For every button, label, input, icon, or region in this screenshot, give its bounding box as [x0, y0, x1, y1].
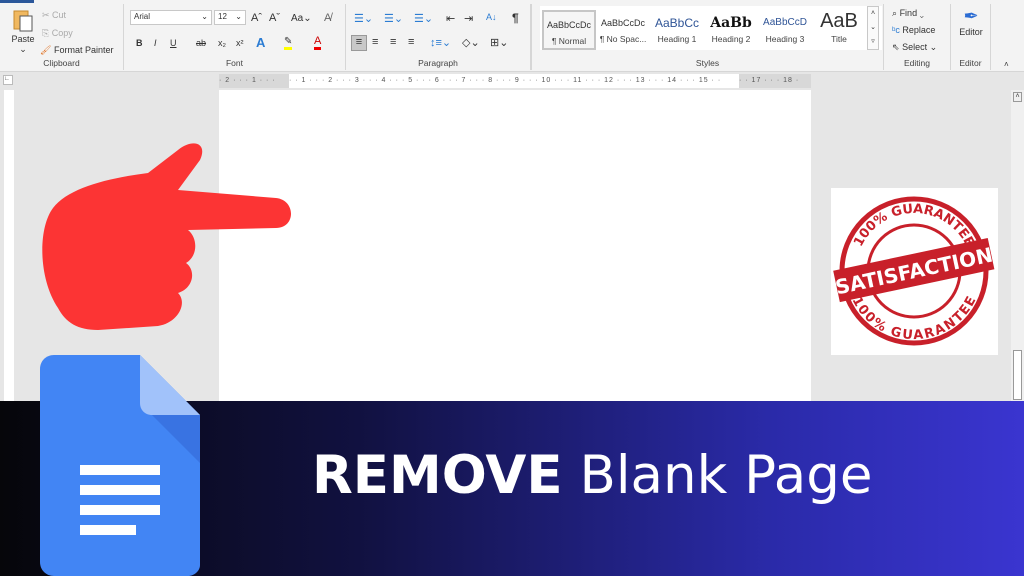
subscript-button[interactable]: x₂ — [218, 38, 226, 48]
font-color-icon[interactable]: A — [314, 35, 322, 50]
search-icon: ⌕ — [892, 8, 898, 18]
change-case-button[interactable]: Aa⌄ — [291, 13, 312, 24]
numbering-icon[interactable]: ☰⌄ — [384, 12, 403, 25]
ruler-right-margin: · · 17 · · · 18 · — [739, 74, 811, 88]
sort-button[interactable]: A↓ — [486, 12, 497, 22]
multilevel-list-icon[interactable]: ☰⌄ — [414, 12, 433, 25]
paintbrush-icon: 🖌 — [40, 45, 52, 55]
highlight-icon[interactable]: ✎ — [284, 36, 293, 50]
grow-font-button[interactable]: Aˆ — [251, 12, 262, 24]
paste-icon — [13, 10, 33, 32]
style-heading-2[interactable]: AaBb Heading 2 — [704, 10, 758, 50]
clipboard-group: Paste ⌄ ✂ Cut ⎘ Copy 🖌 Format Painter Cli… — [0, 4, 124, 70]
style-heading-3[interactable]: AaBbCcD Heading 3 — [758, 10, 812, 50]
strikethrough-button[interactable]: ab — [196, 38, 206, 48]
bold-button[interactable]: B — [136, 38, 143, 48]
cursor-icon: ⇖ — [892, 42, 900, 52]
bullets-icon[interactable]: ☰⌄ — [354, 12, 373, 25]
editor-pen-icon: ✒ — [963, 6, 979, 26]
editor-button[interactable]: ✒ Editor — [955, 6, 987, 37]
editing-group: ⌕ Find ⌄ ᵇc Replace ⇖ Select ⌄ Editing — [884, 4, 951, 70]
style-heading-1[interactable]: AaBbCc Heading 1 — [650, 10, 704, 50]
banner-title: REMOVE Blank Page — [312, 445, 873, 506]
replace-icon: ᵇc — [892, 25, 900, 35]
align-center-icon[interactable]: ≡ — [372, 36, 378, 48]
italic-button[interactable]: I — [154, 38, 157, 48]
shrink-font-button[interactable]: Aˇ — [269, 12, 280, 24]
replace-button[interactable]: ᵇc Replace — [892, 25, 935, 35]
copy-button[interactable]: ⎘ Copy — [42, 28, 73, 39]
satisfaction-guarantee-stamp: 100% GUARANTEE 100% GUARANTEE SATISFACTI… — [831, 188, 998, 355]
google-docs-icon — [40, 355, 200, 576]
font-group: Arial ⌄ 12 ⌄ Aˆ Aˇ Aa⌄ A̸ B I U ab x₂ x² A… — [124, 4, 346, 70]
paragraph-label: Paragraph — [418, 58, 458, 68]
font-name-select[interactable]: Arial ⌄ — [130, 10, 212, 25]
svg-text:SATISFACTION: SATISFACTION — [833, 243, 995, 300]
ruler-left-margin: · 2 · · · 1 · · · — [219, 74, 289, 88]
collapse-ribbon-icon[interactable]: ˄ — [1004, 60, 1009, 69]
editor-label: Editor — [959, 58, 982, 68]
line-spacing-icon[interactable]: ↕≡⌄ — [430, 36, 451, 49]
decrease-indent-icon[interactable]: ⇤ — [446, 12, 455, 25]
editing-label: Editing — [904, 58, 930, 68]
paste-button[interactable]: Paste ⌄ — [8, 8, 38, 55]
vertical-scrollbar[interactable]: ˄ — [1011, 90, 1024, 402]
pointing-hand-icon — [42, 143, 292, 330]
vertical-ruler — [4, 90, 14, 402]
justify-icon[interactable]: ≡ — [408, 36, 414, 48]
find-button[interactable]: ⌕ Find ⌄ — [892, 8, 924, 19]
styles-label: Styles — [695, 58, 720, 68]
font-size-select[interactable]: 12 ⌄ — [214, 10, 246, 25]
styles-group: AaBbCcDc ¶ Normal AaBbCcDc ¶ No Spac... Aa… — [531, 4, 884, 70]
editor-group: ✒ Editor Editor — [951, 4, 991, 70]
style-title[interactable]: AaB Title — [812, 10, 866, 50]
style-normal[interactable]: AaBbCcDc ¶ Normal — [542, 10, 596, 50]
borders-icon[interactable]: ⊞⌄ — [490, 36, 508, 49]
text-effects-icon[interactable]: A — [256, 35, 265, 50]
cut-button[interactable]: ✂ Cut — [42, 10, 66, 21]
align-left-icon[interactable]: ≡ — [351, 35, 367, 51]
clear-formatting-icon[interactable]: A̸ — [324, 12, 331, 24]
underline-button[interactable]: U — [170, 38, 177, 48]
font-label: Font — [225, 58, 243, 68]
styles-scroll[interactable]: ˄ ⌄ ▿ — [867, 6, 879, 50]
document-page[interactable] — [219, 90, 811, 402]
align-right-icon[interactable]: ≡ — [390, 36, 396, 48]
shading-icon[interactable]: ◇⌄ — [462, 36, 480, 49]
show-formatting-button[interactable]: ¶ — [512, 11, 519, 25]
clipboard-label: Clipboard — [43, 58, 80, 68]
format-painter-button[interactable]: 🖌 Format Painter — [40, 45, 113, 56]
svg-text:100% GUARANTEE: 100% GUARANTEE — [849, 294, 980, 343]
superscript-button[interactable]: x² — [236, 38, 244, 48]
select-button[interactable]: ⇖ Select ⌄ — [892, 42, 937, 53]
paragraph-group: ☰⌄ ☰⌄ ☰⌄ ⇤ ⇥ A↓ ¶ ≡ ≡ ≡ ≡ ↕≡⌄ ◇⌄ ⊞⌄ Para… — [346, 4, 531, 70]
horizontal-ruler[interactable]: · · 1 · · · 2 · · · 3 · · · 4 · · · 5 · … — [289, 74, 739, 88]
tab-selector[interactable]: ∟ — [3, 75, 13, 85]
increase-indent-icon[interactable]: ⇥ — [464, 12, 473, 25]
style-no-spacing[interactable]: AaBbCcDc ¶ No Spac... — [596, 10, 650, 50]
active-tab-indicator — [0, 0, 34, 3]
ribbon: Paste ⌄ ✂ Cut ⎘ Copy 🖌 Format Painter Cli… — [0, 0, 1024, 72]
